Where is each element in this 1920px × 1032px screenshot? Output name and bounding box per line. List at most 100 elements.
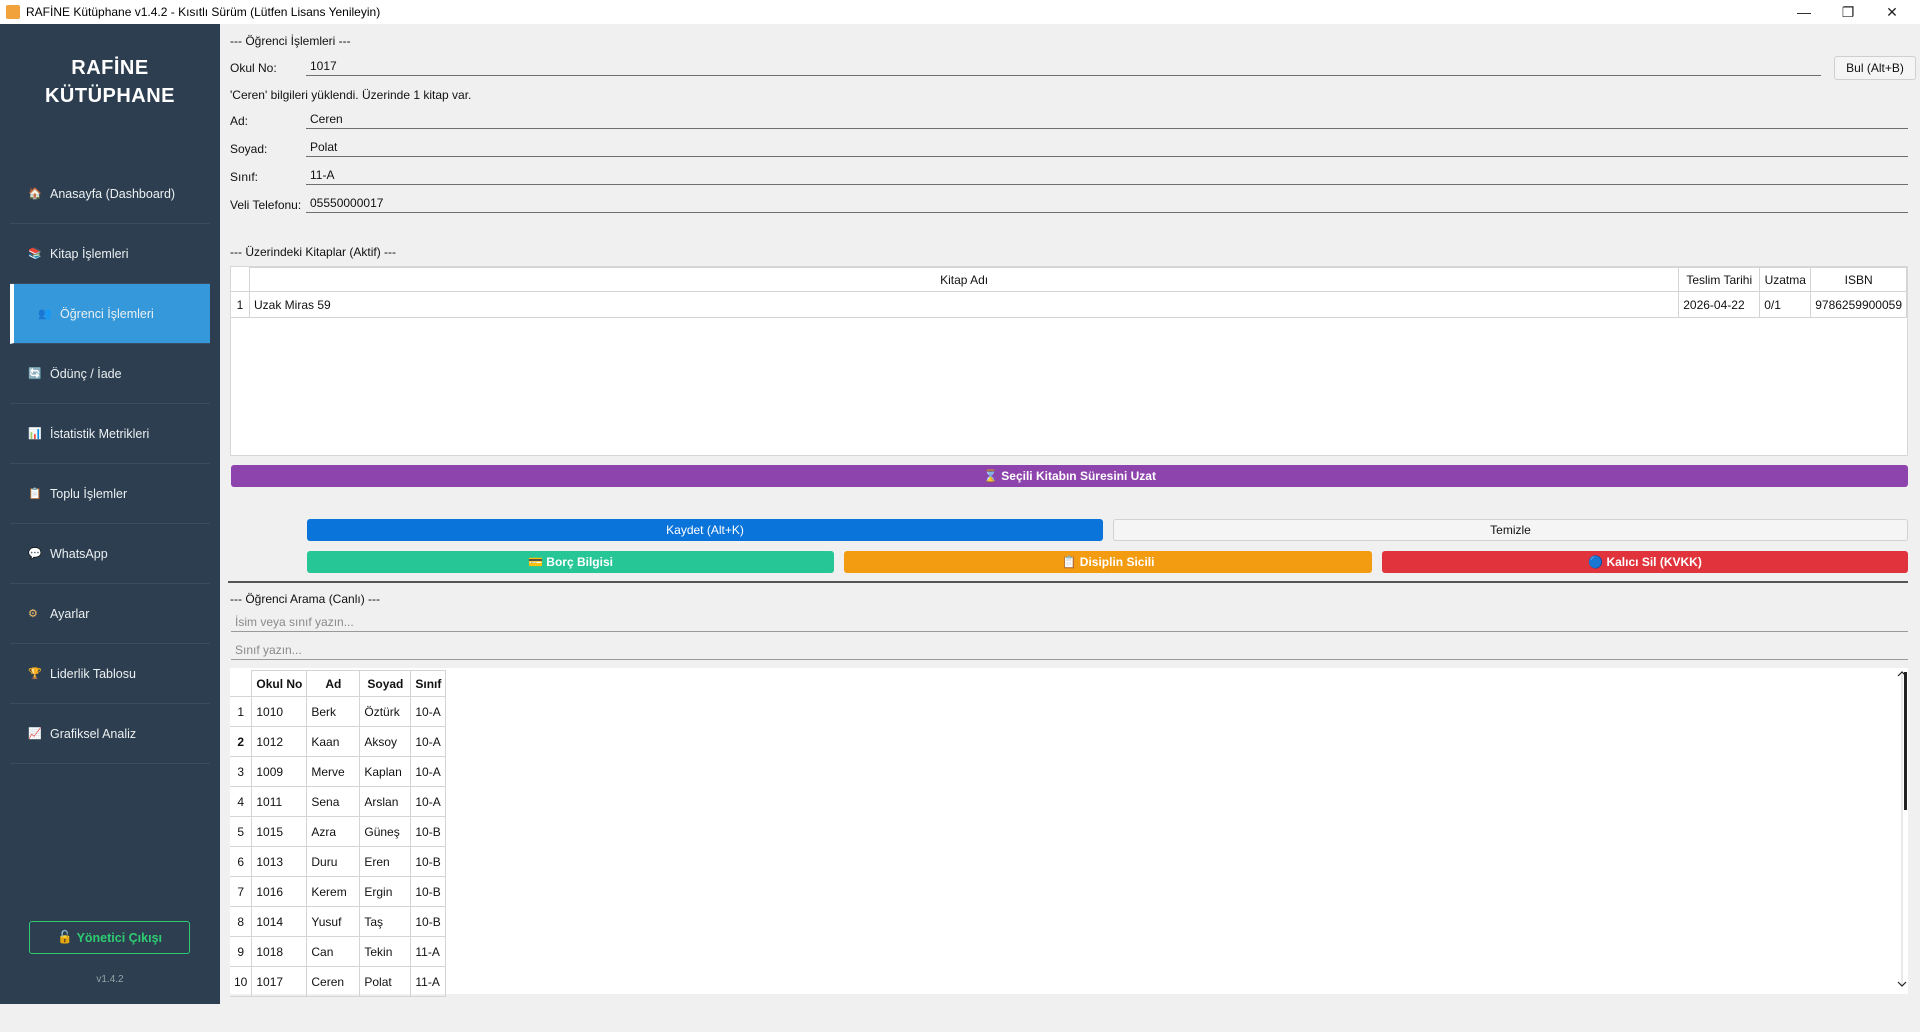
sidebar-item-students[interactable]: 👥 Öğrenci İşlemleri (10, 284, 210, 344)
users-icon: 👥 (38, 308, 52, 320)
sidebar-item-leaderboard[interactable]: 🏆 Liderlik Tablosu (10, 644, 210, 704)
refresh-icon: 🔄 (28, 368, 42, 380)
minimize-button[interactable]: — (1782, 0, 1826, 24)
okul-no-input[interactable]: 1017 (306, 58, 1821, 76)
col-isbn[interactable]: ISBN (1810, 267, 1907, 292)
okul-no-cell: 1009 (251, 756, 308, 787)
col-kitap-adi[interactable]: Kitap Adı (248, 267, 1680, 292)
sidebar-item-charts[interactable]: 📈 Grafiksel Analiz (10, 704, 210, 764)
due-date-cell: 2026-04-22 (1678, 291, 1761, 318)
sidebar-item-label: Ayarlar (50, 606, 90, 621)
soyad-cell: Öztürk (359, 696, 412, 727)
col-teslim-tarihi[interactable]: Teslim Tarihi (1678, 267, 1761, 292)
col-sinif[interactable]: Sınıf (410, 670, 447, 697)
okul-no-cell: 1014 (251, 906, 308, 937)
sinif-cell: 10-A (410, 756, 447, 787)
table-row[interactable]: 4 1011 Sena Arslan 10-A (230, 786, 447, 817)
search-results-grid: Okul No Ad Soyad Sınıf 1 1010 Berk Öztürk 10… (230, 670, 447, 997)
soyad-cell: Aksoy (359, 726, 412, 757)
name-search-input[interactable]: İsim veya sınıf yazın... (231, 614, 1908, 632)
table-row[interactable]: 1 1010 Berk Öztürk 10-A (230, 696, 447, 727)
row-index: 9 (230, 936, 253, 967)
sidebar-item-bulk[interactable]: 📋 Toplu İşlemler (10, 464, 210, 524)
sidebar-item-label: Kitap İşlemleri (50, 246, 129, 261)
line-chart-icon: 📈 (28, 728, 42, 740)
okul-no-cell: 1015 (251, 816, 308, 847)
sidebar-item-loans[interactable]: 🔄 Ödünç / İade (10, 344, 210, 404)
nav-list: 🏠 Anasayfa (Dashboard) 📚 Kitap İşlemleri 👥… (10, 164, 210, 764)
table-row[interactable]: 5 1015 Azra Güneş 10-B (230, 816, 447, 847)
sinif-cell: 10-B (410, 876, 447, 907)
trophy-icon: 🏆 (28, 668, 42, 680)
sidebar-item-statistics[interactable]: 📊 İstatistik Metrikleri (10, 404, 210, 464)
row-index: 10 (230, 966, 253, 997)
sidebar-item-label: Ödünç / İade (50, 366, 122, 381)
sidebar-item-whatsapp[interactable]: 💬 WhatsApp (10, 524, 210, 584)
sidebar-item-books[interactable]: 📚 Kitap İşlemleri (10, 224, 210, 284)
chat-icon: 💬 (28, 548, 42, 560)
find-button[interactable]: Bul (Alt+B) (1834, 56, 1916, 80)
table-row[interactable]: 9 1018 Can Tekin 11-A (230, 936, 447, 967)
sinif-cell: 10-A (410, 726, 447, 757)
active-books-table: Kitap Adı Teslim Tarihi Uzatma ISBN 1 Uz… (230, 266, 1908, 456)
row-index: 1 (231, 291, 250, 318)
table-row[interactable]: 7 1016 Kerem Ergin 10-B (230, 876, 447, 907)
app-icon (6, 5, 20, 19)
row-index: 4 (230, 786, 253, 817)
row-index: 2 (230, 726, 253, 757)
sinif-cell: 10-B (410, 906, 447, 937)
bar-chart-icon: 📊 (28, 428, 42, 440)
soyad-input[interactable]: Polat (306, 139, 1908, 157)
results-scrollbar[interactable] (1896, 670, 1908, 990)
delete-kvkk-button[interactable]: 🔵 Kalıcı Sil (KVKK) (1382, 551, 1908, 573)
ad-input[interactable]: Ceren (306, 111, 1908, 129)
table-row[interactable]: 10 1017 Ceren Polat 11-A (230, 966, 447, 997)
soyad-label: Soyad: (230, 142, 268, 156)
col-okul-no[interactable]: Okul No (251, 670, 308, 697)
sinif-input[interactable]: 11-A (306, 167, 1908, 185)
ad-cell: Kaan (306, 726, 361, 757)
veli-phone-input[interactable]: 05550000017 (306, 195, 1908, 213)
sidebar-item-dashboard[interactable]: 🏠 Anasayfa (Dashboard) (10, 164, 210, 224)
brand-line-2: KÜTÜPHANE (44, 85, 176, 107)
soyad-cell: Kaplan (359, 756, 412, 787)
table-row[interactable]: 8 1014 Yusuf Taş 10-B (230, 906, 447, 937)
table-row[interactable]: 3 1009 Merve Kaplan 10-A (230, 756, 447, 787)
class-search-input[interactable]: Sınıf yazın... (231, 642, 1908, 660)
soyad-cell: Eren (359, 846, 412, 877)
restore-button[interactable]: ❐ (1826, 0, 1870, 24)
extension-cell: 0/1 (1759, 291, 1812, 318)
save-button[interactable]: Kaydet (Alt+K) (307, 519, 1103, 541)
clear-button[interactable]: Temizle (1113, 519, 1908, 541)
student-section-title: --- Öğrenci İşlemleri --- (230, 34, 351, 48)
sinif-cell: 10-A (410, 786, 447, 817)
okul-no-cell: 1017 (251, 966, 308, 997)
col-uzatma[interactable]: Uzatma (1759, 267, 1812, 292)
ad-cell: Azra (306, 816, 361, 847)
active-books-grid: Kitap Adı Teslim Tarihi Uzatma ISBN 1 Uz… (231, 267, 1907, 318)
row-index: 1 (230, 696, 253, 727)
debt-info-button[interactable]: 💳 Borç Bilgisi (307, 551, 834, 573)
table-row[interactable]: 2 1012 Kaan Aksoy 10-A (230, 726, 447, 757)
books-icon: 📚 (28, 248, 42, 260)
sidebar-item-settings[interactable]: ⚙ Ayarlar (10, 584, 210, 644)
close-button[interactable]: ✕ (1870, 0, 1914, 24)
col-soyad[interactable]: Soyad (359, 670, 412, 697)
gear-icon: ⚙ (28, 608, 38, 620)
okul-no-cell: 1012 (251, 726, 308, 757)
row-index: 5 (230, 816, 253, 847)
ad-cell: Yusuf (306, 906, 361, 937)
sidebar-item-label: Liderlik Tablosu (50, 666, 136, 681)
brand-line-1: RAFİNE (71, 57, 149, 79)
discipline-record-button[interactable]: 📋 Disiplin Sicili (844, 551, 1372, 573)
col-ad[interactable]: Ad (306, 670, 361, 697)
table-row[interactable]: 6 1013 Duru Eren 10-B (230, 846, 447, 877)
book-title-cell: Uzak Miras 59 (248, 291, 1680, 318)
sinif-cell: 10-A (410, 696, 447, 727)
scrollbar-thumb (1904, 672, 1907, 810)
ad-cell: Merve (306, 756, 361, 787)
table-row[interactable]: 1 Uzak Miras 59 2026-04-22 0/1 978625990… (231, 291, 1907, 318)
logout-button[interactable]: 🔓 Yönetici Çıkışı (29, 921, 190, 954)
okul-no-cell: 1010 (251, 696, 308, 727)
extend-loan-button[interactable]: ⌛ Seçili Kitabın Süresini Uzat (231, 465, 1908, 487)
